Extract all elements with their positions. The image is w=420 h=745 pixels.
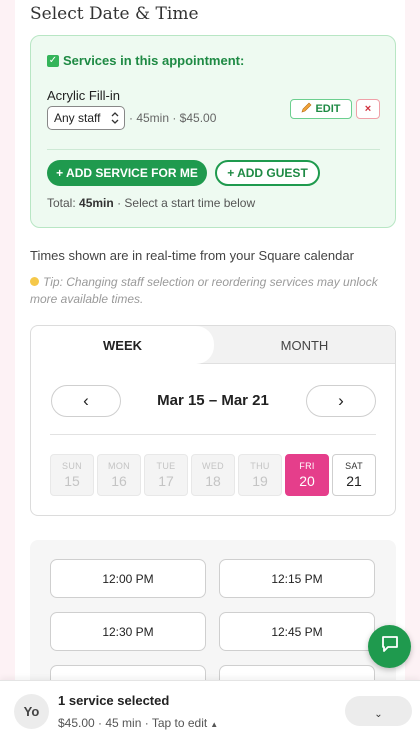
chat-bubble-icon [380, 634, 400, 659]
service-name: Acrylic Fill-in [47, 88, 120, 103]
selection-subtitle[interactable]: $45.00 · 45 min · Tap to edit ▲ [58, 716, 218, 730]
day-name: WED [202, 461, 224, 471]
remove-service-button[interactable]: × [356, 99, 380, 119]
check-icon: ✓ [47, 54, 59, 67]
time-slot[interactable]: 12:00 PM [50, 559, 206, 598]
day-thu[interactable]: THU 19 [238, 454, 282, 496]
selection-summary-bar[interactable]: Yo 1 service selected $45.00 · 45 min · … [0, 680, 420, 745]
tab-month[interactable]: MONTH [214, 326, 395, 364]
edit-label: EDIT [315, 103, 341, 115]
day-mon[interactable]: MON 16 [97, 454, 141, 496]
add-guest-button[interactable]: + ADD GUEST [215, 160, 320, 186]
staff-tip: Tip: Changing staff selection or reorder… [30, 274, 400, 308]
day-fri[interactable]: FRI 20 [285, 454, 329, 496]
services-header: ✓ Services in this appointment: [47, 53, 244, 68]
realtime-note: Times shown are in real-time from your S… [30, 248, 354, 263]
time-slot[interactable]: 12:30 PM [50, 612, 206, 651]
edit-service-button[interactable]: EDIT [290, 99, 352, 119]
day-date: 15 [64, 473, 80, 489]
service-meta: · 45min · $45.00 [129, 111, 217, 125]
chat-button[interactable] [368, 625, 411, 668]
day-date: 19 [252, 473, 268, 489]
week-range: Mar 15 – Mar 21 [157, 392, 269, 409]
tip-text: Tip: Changing staff selection or reorder… [30, 275, 378, 306]
day-date: 18 [205, 473, 221, 489]
day-wed[interactable]: WED 18 [191, 454, 235, 496]
expand-summary-button[interactable]: ⌄ [345, 696, 412, 726]
day-date: 20 [299, 473, 315, 489]
calendar-card: WEEK MONTH ‹ Mar 15 – Mar 21 › SUN 15 MON… [30, 325, 396, 516]
next-week-button[interactable]: › [306, 385, 376, 417]
week-days: SUN 15 MON 16 TUE 17 WED 18 THU 19 FRI 20 SAT 2… [50, 454, 376, 496]
staff-select[interactable]: Any staff [47, 106, 125, 130]
day-name: THU [250, 461, 270, 471]
divider [47, 149, 380, 150]
day-date: 21 [346, 473, 362, 489]
day-name: FRI [299, 461, 315, 471]
day-name: SUN [62, 461, 82, 471]
total-prefix: Total: [47, 196, 76, 210]
view-tabs: WEEK MONTH [31, 326, 395, 364]
previous-week-button[interactable]: ‹ [51, 385, 121, 417]
services-card: ✓ Services in this appointment: Acrylic … [30, 35, 396, 228]
total-suffix: · Select a start time below [117, 196, 256, 210]
day-sat[interactable]: SAT 21 [332, 454, 376, 496]
up-down-chevron-icon [111, 107, 119, 137]
tab-week[interactable]: WEEK [31, 326, 214, 364]
day-name: SAT [345, 461, 363, 471]
selection-title: 1 service selected [58, 693, 170, 708]
day-name: TUE [156, 461, 176, 471]
services-header-label: Services in this appointment: [63, 53, 245, 68]
booking-page: Select Date & Time ✓ Services in this ap… [15, 0, 405, 745]
avatar: Yo [14, 694, 49, 729]
total-summary: Total: 45min · Select a start time below [47, 196, 255, 210]
page-title: Select Date & Time [30, 4, 199, 24]
time-slot[interactable]: 12:15 PM [219, 559, 375, 598]
lightbulb-icon [30, 277, 39, 286]
time-slot[interactable]: 12:45 PM [219, 612, 375, 651]
caret-up-icon: ▲ [210, 720, 219, 729]
day-tue[interactable]: TUE 17 [144, 454, 188, 496]
staff-select-value: Any staff [54, 111, 101, 125]
divider [50, 434, 376, 435]
total-duration: 45min [79, 196, 114, 210]
selection-subtitle-text: $45.00 · 45 min · Tap to edit [58, 716, 208, 730]
pencil-icon [301, 102, 312, 116]
day-sun[interactable]: SUN 15 [50, 454, 94, 496]
day-date: 17 [158, 473, 174, 489]
day-date: 16 [111, 473, 127, 489]
add-service-button[interactable]: + ADD SERVICE FOR ME [47, 160, 207, 186]
day-name: MON [108, 461, 130, 471]
